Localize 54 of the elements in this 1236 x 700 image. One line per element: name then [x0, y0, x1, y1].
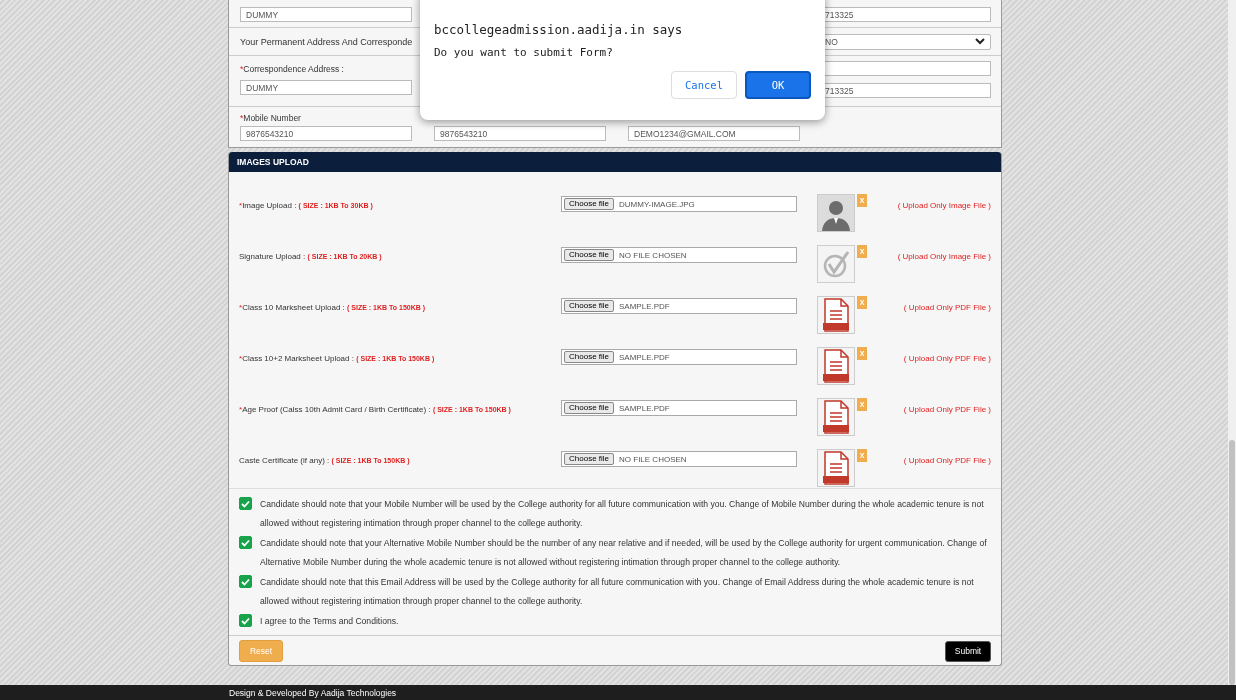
file-name: DUMMY-IMAGE.JPG	[619, 199, 695, 209]
file-type-hint: ( Upload Only Image File )	[896, 200, 991, 210]
chevron-down-icon	[975, 38, 985, 45]
checkbox[interactable]	[239, 497, 252, 510]
file-type-hint: ( Upload Only PDF File )	[902, 404, 991, 414]
file-input[interactable]: Choose file NO FILE CHOSEN	[561, 247, 797, 263]
file-name: SAMPLE.PDF	[619, 352, 670, 362]
pdf-file-icon	[817, 449, 855, 487]
file-type-hint: ( Upload Only PDF File )	[902, 302, 991, 312]
footer-text: Design & Developed By Aadija Technologies	[229, 687, 397, 698]
choose-file-button[interactable]: Choose file	[564, 453, 615, 465]
file-input[interactable]: Choose file SAMPLE.PDF	[561, 400, 797, 416]
dialog-message: Do you want to submit Form?	[434, 46, 614, 59]
checkbox[interactable]	[239, 575, 252, 588]
file-input[interactable]: Choose file SAMPLE.PDF	[561, 349, 797, 365]
scrollbar[interactable]	[1228, 0, 1236, 685]
pdf-file-icon	[817, 296, 855, 334]
file-name: SAMPLE.PDF	[619, 403, 670, 413]
panel-header: IMAGES UPLOAD	[229, 152, 1001, 172]
text-field[interactable]: 9876543210	[240, 126, 412, 141]
file-name: NO FILE CHOSEN	[619, 454, 687, 464]
agreement-text: Candidate should note that your Mobile Number will be used by the College authority for all future communication with you. Change of Mobile Number during the whole academic tenure is not allowed without registering intimation through proper channel to the college authority.	[260, 498, 985, 530]
file-name: NO FILE CHOSEN	[619, 250, 687, 260]
pdf-file-icon	[817, 347, 855, 385]
file-type-hint: ( Upload Only Image File )	[896, 251, 991, 261]
text-field[interactable]: DUMMY	[240, 7, 412, 22]
file-input[interactable]: Choose file NO FILE CHOSEN	[561, 451, 797, 467]
file-name: SAMPLE.PDF	[619, 301, 670, 311]
field-label: *Mobile Number	[240, 113, 302, 123]
text-field[interactable]: 9876543210	[434, 126, 606, 141]
file-type-hint: ( Upload Only PDF File )	[902, 353, 991, 363]
choose-file-button[interactable]: Choose file	[564, 300, 615, 312]
person-silhouette-icon	[817, 194, 855, 232]
choose-file-button[interactable]: Choose file	[564, 402, 615, 414]
agreement-text: Candidate should note that this Email Address will be used by the College authority for all future communication with you. Change of Email Address during the whole academic tenure is not allowed without registering intimation through proper channel to the college authority.	[260, 576, 975, 608]
choose-file-button[interactable]: Choose file	[564, 198, 615, 210]
file-input[interactable]: Choose file DUMMY-IMAGE.JPG	[561, 196, 797, 212]
agreement-text: Candidate should note that your Alternative Mobile Number should be the number of any near relative and if needed, will be used by the College authority for urgent communication. Change of Alternative Mobile Number during the whole academic tenure is not allowed without registering intimation through proper channel to the college authority.	[260, 537, 988, 569]
choose-file-button[interactable]: Choose file	[564, 249, 615, 261]
text-field[interactable]: DUMMY	[240, 80, 412, 95]
cancel-button[interactable]: Cancel	[671, 71, 737, 99]
checkbox[interactable]	[239, 614, 252, 627]
ok-button[interactable]: OK	[745, 71, 811, 99]
pdf-file-icon	[817, 398, 855, 436]
field-label: Your Permanent Address And Corresponde	[240, 36, 413, 47]
agreement-text: I agree to the Terms and Conditions.	[260, 615, 399, 628]
submit-button[interactable]: Submit	[945, 640, 991, 662]
checkbox[interactable]	[239, 536, 252, 549]
file-input[interactable]: Choose file SAMPLE.PDF	[561, 298, 797, 314]
choose-file-button[interactable]: Choose file	[564, 351, 615, 363]
field-label: *Correspondence Address :	[240, 64, 345, 74]
dialog-title: bccollegeadmission.aadija.in says	[434, 22, 684, 37]
file-type-hint: ( Upload Only PDF File )	[902, 455, 991, 465]
text-field[interactable]: DEMO1234@GMAIL.COM	[628, 126, 800, 141]
